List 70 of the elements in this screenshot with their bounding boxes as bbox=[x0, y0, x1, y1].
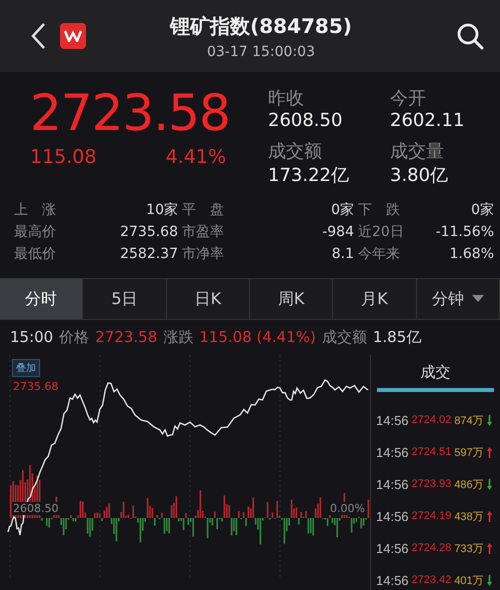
chart-tab[interactable]: 5日 bbox=[83, 279, 167, 319]
stat-label: 市净率 bbox=[181, 245, 225, 264]
trade-time: 14:56 bbox=[376, 412, 409, 428]
field-label: 今开 bbox=[390, 87, 427, 110]
trade-time: 14:56 bbox=[376, 572, 409, 588]
timestamp: 03-17 15:00:03 bbox=[206, 44, 315, 60]
info-label: 涨跌 bbox=[163, 328, 194, 347]
back-icon[interactable] bbox=[30, 22, 46, 50]
trade-volume: 733万 bbox=[454, 542, 484, 556]
field-value: 2602.11 bbox=[390, 110, 466, 131]
trade-price: 2723.42 bbox=[412, 574, 452, 586]
field-label: 昨收 bbox=[268, 87, 305, 110]
trade-time: 14:56 bbox=[376, 508, 409, 524]
chart-tab[interactable]: 月K bbox=[333, 279, 417, 319]
stat-label: 上 涨 bbox=[13, 201, 57, 220]
field-label: 成交量 bbox=[390, 140, 445, 162]
stat-label: 最低价 bbox=[13, 245, 57, 264]
stat-label: 近20日 bbox=[357, 223, 405, 242]
trade-price: 2724.28 bbox=[412, 542, 452, 554]
stat-value: -984 bbox=[321, 223, 354, 242]
stat-value: 2582.37 bbox=[119, 245, 178, 264]
trade-volume: 874万 bbox=[454, 414, 484, 428]
field-value: 173.22亿 bbox=[268, 164, 350, 186]
price-change: 115.08 bbox=[30, 146, 96, 168]
field-value: 2608.50 bbox=[268, 110, 344, 131]
trade-price: 2724.19 bbox=[412, 510, 452, 522]
trade-price: 2724.51 bbox=[412, 446, 452, 458]
axis-label: 0.00% bbox=[329, 502, 366, 515]
chart-tab[interactable]: 分钟 bbox=[416, 279, 500, 319]
trade-volume: 438万 bbox=[454, 510, 484, 524]
trade-volume: 401万 bbox=[454, 574, 484, 588]
chart-tab[interactable]: 分时 bbox=[0, 279, 84, 319]
trade-time: 14:56 bbox=[376, 540, 409, 556]
info-value: 15:00 bbox=[10, 328, 54, 347]
trade-time: 14:56 bbox=[376, 444, 409, 460]
info-value: 115.08 (4.41%) bbox=[199, 328, 316, 347]
stat-value: 0家 bbox=[330, 201, 354, 220]
panel-title: 成交 bbox=[420, 363, 452, 382]
percent-change: 4.41% bbox=[166, 146, 226, 168]
trade-volume: 486万 bbox=[454, 478, 484, 492]
axis-label: 2735.68 bbox=[12, 380, 60, 393]
window-title: 锂矿指数(884785) bbox=[170, 12, 352, 40]
info-label: 成交额 bbox=[322, 328, 367, 347]
stat-value: 8.1 bbox=[330, 245, 354, 264]
info-value: 1.85亿 bbox=[372, 328, 422, 347]
index-price: 2723.58 bbox=[30, 86, 231, 140]
stat-label: 今年来 bbox=[357, 245, 401, 264]
overlay-button[interactable]: 叠加 bbox=[12, 359, 40, 377]
field-value: 3.80亿 bbox=[390, 164, 450, 186]
stat-label: 平 盘 bbox=[181, 201, 225, 220]
field-label: 成交额 bbox=[268, 140, 323, 162]
stat-label: 最高价 bbox=[13, 223, 57, 242]
stat-label: 下 跌 bbox=[357, 201, 401, 220]
stat-value: 10家 bbox=[145, 201, 178, 220]
trade-volume: 597万 bbox=[454, 446, 484, 460]
trade-price: 2723.93 bbox=[412, 478, 452, 490]
stat-value: 1.68% bbox=[448, 245, 494, 264]
info-label: 价格 bbox=[59, 328, 90, 347]
stat-value: 0家 bbox=[470, 201, 494, 220]
stat-value: 2735.68 bbox=[119, 223, 178, 242]
axis-label: 2608.50 bbox=[12, 502, 60, 515]
chart-tab[interactable]: 周K bbox=[250, 279, 334, 319]
stat-value: -11.56% bbox=[434, 223, 494, 242]
trade-time: 14:56 bbox=[376, 476, 409, 492]
stat-label: 市盈率 bbox=[181, 223, 225, 242]
search-icon[interactable] bbox=[456, 22, 484, 50]
logo-icon bbox=[60, 23, 86, 49]
trade-price: 2724.02 bbox=[412, 414, 452, 426]
info-value: 2723.58 bbox=[95, 328, 158, 347]
chart-tab[interactable]: 日K bbox=[166, 279, 250, 319]
